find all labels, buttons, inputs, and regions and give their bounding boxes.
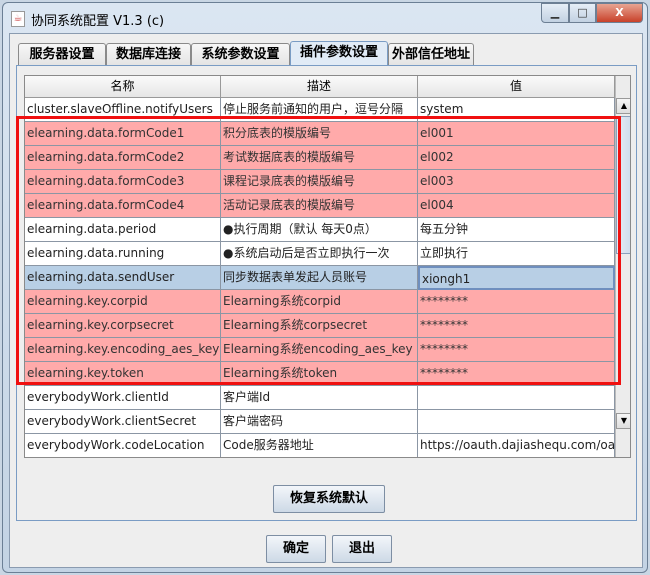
table-row[interactable]: elearning.data.period ●执行周期（默认 每天0点） 每五分钟 [25,218,615,242]
scrollbar-thumb[interactable] [616,116,630,254]
param-description-cell[interactable]: Elearning系统encoding_aes_key [221,338,418,362]
param-description-cell[interactable]: ●执行周期（默认 每天0点） [221,218,418,242]
param-value-cell[interactable]: system [418,98,615,122]
params-table: 名称 描述 值 cluster.slaveOffline.notifyUsers… [24,75,631,458]
table-row[interactable]: elearning.key.corpid Elearning系统corpid ***… [25,290,615,314]
scroll-down-arrow-icon[interactable]: ▼ [616,413,630,429]
table-row[interactable]: everybodyWork.clientSecret 客户端密码 [25,410,615,434]
ok-button[interactable]: 确定 [266,535,326,563]
table-row[interactable]: elearning.data.formCode3 课程记录底表的模版编号 el003 [25,170,615,194]
restore-defaults-button[interactable]: 恢复系统默认 [273,485,385,513]
param-value-cell[interactable]: ******** [418,338,615,362]
param-description-cell[interactable]: 课程记录底表的模版编号 [221,170,418,194]
tab-system-params[interactable]: 系统参数设置 [191,43,290,65]
param-name-cell[interactable]: elearning.key.corpsecret [25,314,221,338]
param-value-cell[interactable]: el001 [418,122,615,146]
param-description-cell[interactable]: 客户端密码 [221,410,418,434]
param-value-cell[interactable]: xiongh1 [418,266,615,290]
param-description-cell[interactable]: 积分底表的模版编号 [221,122,418,146]
param-value-cell[interactable]: el003 [418,170,615,194]
param-description-cell[interactable]: 客户端Id [221,386,418,410]
minimize-button[interactable]: ▁ [541,3,569,23]
param-value-cell[interactable] [418,410,615,434]
title-bar[interactable]: ☕ 协同系统配置 V1.3 (c) ▁ □ X [3,3,647,33]
param-name-cell[interactable]: elearning.data.formCode2 [25,146,221,170]
tab-server-settings[interactable]: 服务器设置 [18,43,106,65]
param-value-cell[interactable]: 立即执行 [418,242,615,266]
table-row[interactable]: elearning.key.encoding_aes_key Elearning系… [25,338,615,362]
tab-plugin-params[interactable]: 插件参数设置 [290,41,388,66]
param-name-cell[interactable]: elearning.data.formCode4 [25,194,221,218]
param-name-cell[interactable]: elearning.key.token [25,362,221,386]
param-description-cell[interactable]: 考试数据底表的模版编号 [221,146,418,170]
param-value-cell[interactable]: https://oauth.dajiashequ.com/oau... [418,434,615,457]
param-name-cell[interactable]: elearning.data.running [25,242,221,266]
table-row[interactable]: cluster.slaveOffline.notifyUsers 停止服务前通知的… [25,98,615,122]
table-row[interactable]: elearning.data.sendUser 同步数据表单发起人员账号 xiong… [25,266,615,290]
param-value-cell[interactable] [418,386,615,410]
app-window: ☕ 协同系统配置 V1.3 (c) ▁ □ X 服务器设置 数据库连接 系统参数… [2,2,648,573]
param-value-cell[interactable]: ******** [418,362,615,386]
close-button[interactable]: X [596,3,643,23]
param-description-cell[interactable]: Elearning系统corpid [221,290,418,314]
param-name-cell[interactable]: elearning.data.sendUser [25,266,221,290]
param-name-cell[interactable]: elearning.data.period [25,218,221,242]
scroll-up-arrow-icon[interactable]: ▲ [616,98,630,114]
param-value-cell[interactable]: ******** [418,290,615,314]
tab-external-trust[interactable]: 外部信任地址 [388,43,474,65]
param-name-cell[interactable]: elearning.key.encoding_aes_key [25,338,221,362]
column-header-value[interactable]: 值 [418,76,615,98]
param-description-cell[interactable]: Elearning系统token [221,362,418,386]
param-description-cell[interactable]: 同步数据表单发起人员账号 [221,266,418,290]
exit-button[interactable]: 退出 [332,535,392,563]
plugin-params-panel: 名称 描述 值 cluster.slaveOffline.notifyUsers… [16,65,637,521]
table-row[interactable]: elearning.key.corpsecret Elearning系统corps… [25,314,615,338]
tab-database-connection[interactable]: 数据库连接 [106,43,191,65]
table-row[interactable]: elearning.data.running ●系统启动后是否立即执行一次 立即执行 [25,242,615,266]
param-value-cell[interactable]: ******** [418,314,615,338]
table-row[interactable]: elearning.data.formCode2 考试数据底表的模版编号 el002 [25,146,615,170]
param-name-cell[interactable]: elearning.data.formCode3 [25,170,221,194]
java-app-icon: ☕ [11,11,25,27]
column-header-name[interactable]: 名称 [25,76,221,98]
param-name-cell[interactable]: everybodyWork.clientSecret [25,410,221,434]
table-row[interactable]: elearning.data.formCode4 活动记录底表的模版编号 el004 [25,194,615,218]
param-value-cell[interactable]: el002 [418,146,615,170]
param-description-cell[interactable]: ●系统启动后是否立即执行一次 [221,242,418,266]
client-area: 服务器设置 数据库连接 系统参数设置 插件参数设置 外部信任地址 名称 描述 值… [9,33,643,568]
table-row[interactable]: elearning.key.token Elearning系统token *****… [25,362,615,386]
param-description-cell[interactable]: Elearning系统corpsecret [221,314,418,338]
table-row[interactable]: elearning.data.formCode1 积分底表的模版编号 el001 [25,122,615,146]
param-name-cell[interactable]: everybodyWork.clientId [25,386,221,410]
param-name-cell[interactable]: everybodyWork.codeLocation [25,434,221,457]
param-value-cell[interactable]: 每五分钟 [418,218,615,242]
param-value-cell[interactable]: el004 [418,194,615,218]
param-name-cell[interactable]: cluster.slaveOffline.notifyUsers [25,98,221,122]
maximize-button[interactable]: □ [569,3,596,23]
table-row[interactable]: everybodyWork.codeLocation Code服务器地址 https… [25,434,615,457]
window-title: 协同系统配置 V1.3 (c) [31,14,165,29]
table-row[interactable]: everybodyWork.clientId 客户端Id [25,386,615,410]
param-description-cell[interactable]: 活动记录底表的模版编号 [221,194,418,218]
column-header-description[interactable]: 描述 [221,76,418,98]
param-description-cell[interactable]: 停止服务前通知的用户，逗号分隔 [221,98,418,122]
vertical-scrollbar[interactable]: ▲ ▼ [615,76,630,457]
param-name-cell[interactable]: elearning.data.formCode1 [25,122,221,146]
param-description-cell[interactable]: Code服务器地址 [221,434,418,457]
param-name-cell[interactable]: elearning.key.corpid [25,290,221,314]
